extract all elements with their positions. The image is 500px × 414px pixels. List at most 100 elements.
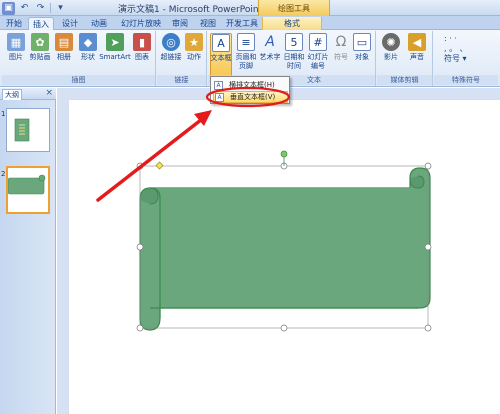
picture-button[interactable]: ▦ 图片 (6, 33, 26, 75)
datetime-label: 日期和时间 (283, 53, 305, 70)
tab-review[interactable]: 审阅 (168, 17, 192, 30)
textbox-dropdown-menu: A 横排文本框(H) A 垂直文本框(V) (210, 76, 290, 104)
slide-number-1: 1 (1, 110, 6, 118)
action-label: 动作 (187, 53, 201, 61)
picture-icon: ▦ (7, 33, 25, 51)
smartart-icon: ➤ (106, 33, 124, 51)
customize-qat-icon[interactable]: ▾ (54, 2, 67, 15)
globe-link-icon: ◎ (162, 33, 180, 51)
shapes-button[interactable]: ◆ 形状 (78, 33, 98, 75)
object-button[interactable]: ▭ 对象 (352, 33, 372, 75)
special-symbols-dropdown[interactable]: 符号 ▾ (444, 54, 468, 64)
group-illustrations: ▦ 图片 ✿ 剪贴画 ▤ 相册 ◆ 形状 ➤ SmartArt ▮ 图表 插图 (2, 31, 156, 86)
drawing-tools-context-label: 绘图工具 (258, 0, 330, 16)
outline-pane: 大纲 × 1 2 (0, 88, 56, 414)
slide-number-label: 幻灯片编号 (307, 53, 329, 70)
symbol-button[interactable]: Ω 符号 (332, 33, 350, 75)
ribbon-tab-row: 开始 插入 设计 动画 幻灯片放映 审阅 视图 开发工具 格式 (0, 16, 500, 31)
slide-number-2: 2 (1, 170, 6, 178)
chart-button[interactable]: ▮ 图表 (132, 33, 152, 75)
tab-home[interactable]: 开始 (2, 17, 26, 30)
group-links-label: 链接 (157, 75, 206, 85)
slide-thumbnail-1[interactable] (6, 108, 50, 152)
special-symbols-row-2[interactable]: , 。 、 (444, 44, 468, 54)
tab-slideshow[interactable]: 幻灯片放映 (116, 17, 166, 30)
quick-access-toolbar: ▣ ↶ ↷ ▾ (2, 1, 67, 15)
outline-tab[interactable]: 大纲 (2, 89, 22, 100)
object-icon: ▭ (353, 33, 371, 51)
slide-canvas[interactable] (69, 100, 500, 414)
tab-design[interactable]: 设计 (58, 17, 82, 30)
group-media: ✺ 影片 ◀ 声音 媒体剪辑 (377, 31, 433, 86)
group-illustrations-label: 插图 (2, 75, 155, 85)
special-symbols-row-1[interactable]: : · · (444, 34, 468, 44)
shapes-label: 形状 (81, 53, 95, 61)
slide-thumbnail-2-shape (7, 174, 46, 195)
clipart-label: 剪贴画 (29, 53, 51, 61)
smartart-label: SmartArt (99, 53, 131, 61)
vertical-textbox-item[interactable]: A 垂直文本框(V) (213, 91, 288, 103)
chart-icon: ▮ (133, 33, 151, 51)
document-title: 演示文稿1 - Microsoft PowerPoint (118, 5, 263, 15)
calendar-icon: 5 (285, 33, 303, 51)
shapes-icon: ◆ (79, 33, 97, 51)
movie-button[interactable]: ✺ 影片 (381, 33, 401, 75)
omega-icon: Ω (335, 34, 347, 50)
photo-album-button[interactable]: ▤ 相册 (54, 33, 74, 75)
vertical-textbox-label: 垂直文本框(V) (230, 93, 276, 101)
vertical-textbox-icon: A (215, 92, 224, 102)
tab-format[interactable]: 格式 (262, 17, 322, 30)
movie-label: 影片 (384, 53, 398, 61)
symbol-label: 符号 (334, 53, 348, 61)
clipart-button[interactable]: ✿ 剪贴画 (28, 33, 52, 75)
object-label: 对象 (355, 53, 369, 61)
wordart-icon: A (265, 34, 275, 50)
hyperlink-button[interactable]: ◎ 超链接 (159, 33, 183, 75)
tab-animation[interactable]: 动画 (86, 17, 112, 30)
horizontal-textbox-label: 横排文本框(H) (229, 81, 275, 89)
speaker-icon: ◀ (408, 33, 426, 51)
chart-label: 图表 (135, 53, 149, 61)
group-media-label: 媒体剪辑 (377, 75, 432, 85)
photo-album-label: 相册 (57, 53, 71, 61)
group-links: ◎ 超链接 ★ 动作 链接 (157, 31, 207, 86)
qat-separator (50, 3, 51, 13)
tab-developer[interactable]: 开发工具 (224, 17, 260, 30)
action-button[interactable]: ★ 动作 (184, 33, 204, 75)
slide-thumbnail-2-selected[interactable] (6, 166, 50, 214)
film-reel-icon: ✺ (382, 33, 400, 51)
clipart-icon: ✿ (31, 33, 49, 51)
redo-icon[interactable]: ↷ (34, 2, 47, 15)
slide-number-icon: # (309, 33, 327, 51)
sound-button[interactable]: ◀ 声音 (407, 33, 427, 75)
close-icon[interactable]: × (45, 88, 53, 98)
slide-number-button[interactable]: # 幻灯片编号 (307, 33, 329, 75)
textbox-label: 文本框 (210, 54, 232, 62)
datetime-button[interactable]: 5 日期和时间 (283, 33, 305, 75)
slide-editing-area (57, 88, 500, 414)
sound-label: 声音 (410, 53, 424, 61)
outline-pane-header: 大纲 × (0, 88, 56, 100)
slide-thumbnail-1-shape (14, 118, 30, 142)
special-symbols-grid[interactable]: : · · , 。 、 符号 ▾ (444, 34, 468, 64)
save-icon[interactable]: ▣ (2, 1, 15, 15)
textbox-icon: A (212, 34, 230, 52)
horizontal-textbox-icon: A (214, 80, 223, 90)
photo-album-icon: ▤ (55, 33, 73, 51)
header-footer-button[interactable]: ≡ 页眉和页脚 (235, 33, 257, 75)
tab-view[interactable]: 视图 (196, 17, 220, 30)
horizontal-textbox-item[interactable]: A 横排文本框(H) (213, 79, 288, 91)
tab-insert[interactable]: 插入 (28, 17, 54, 31)
header-footer-label: 页眉和页脚 (235, 53, 257, 70)
header-footer-icon: ≡ (237, 33, 255, 51)
group-special-symbols-label: 特殊符号 (434, 75, 498, 85)
picture-label: 图片 (9, 53, 23, 61)
action-star-icon: ★ (185, 33, 203, 51)
title-bar: ▣ ↶ ↷ ▾ 演示文稿1 - Microsoft PowerPoint 绘图工… (0, 0, 500, 16)
wordart-button[interactable]: A 艺术字 (259, 33, 281, 75)
wordart-label: 艺术字 (259, 53, 281, 61)
hyperlink-label: 超链接 (160, 53, 182, 61)
smartart-button[interactable]: ➤ SmartArt (99, 33, 131, 75)
undo-icon[interactable]: ↶ (18, 2, 31, 15)
textbox-button[interactable]: A 文本框 (210, 33, 232, 78)
